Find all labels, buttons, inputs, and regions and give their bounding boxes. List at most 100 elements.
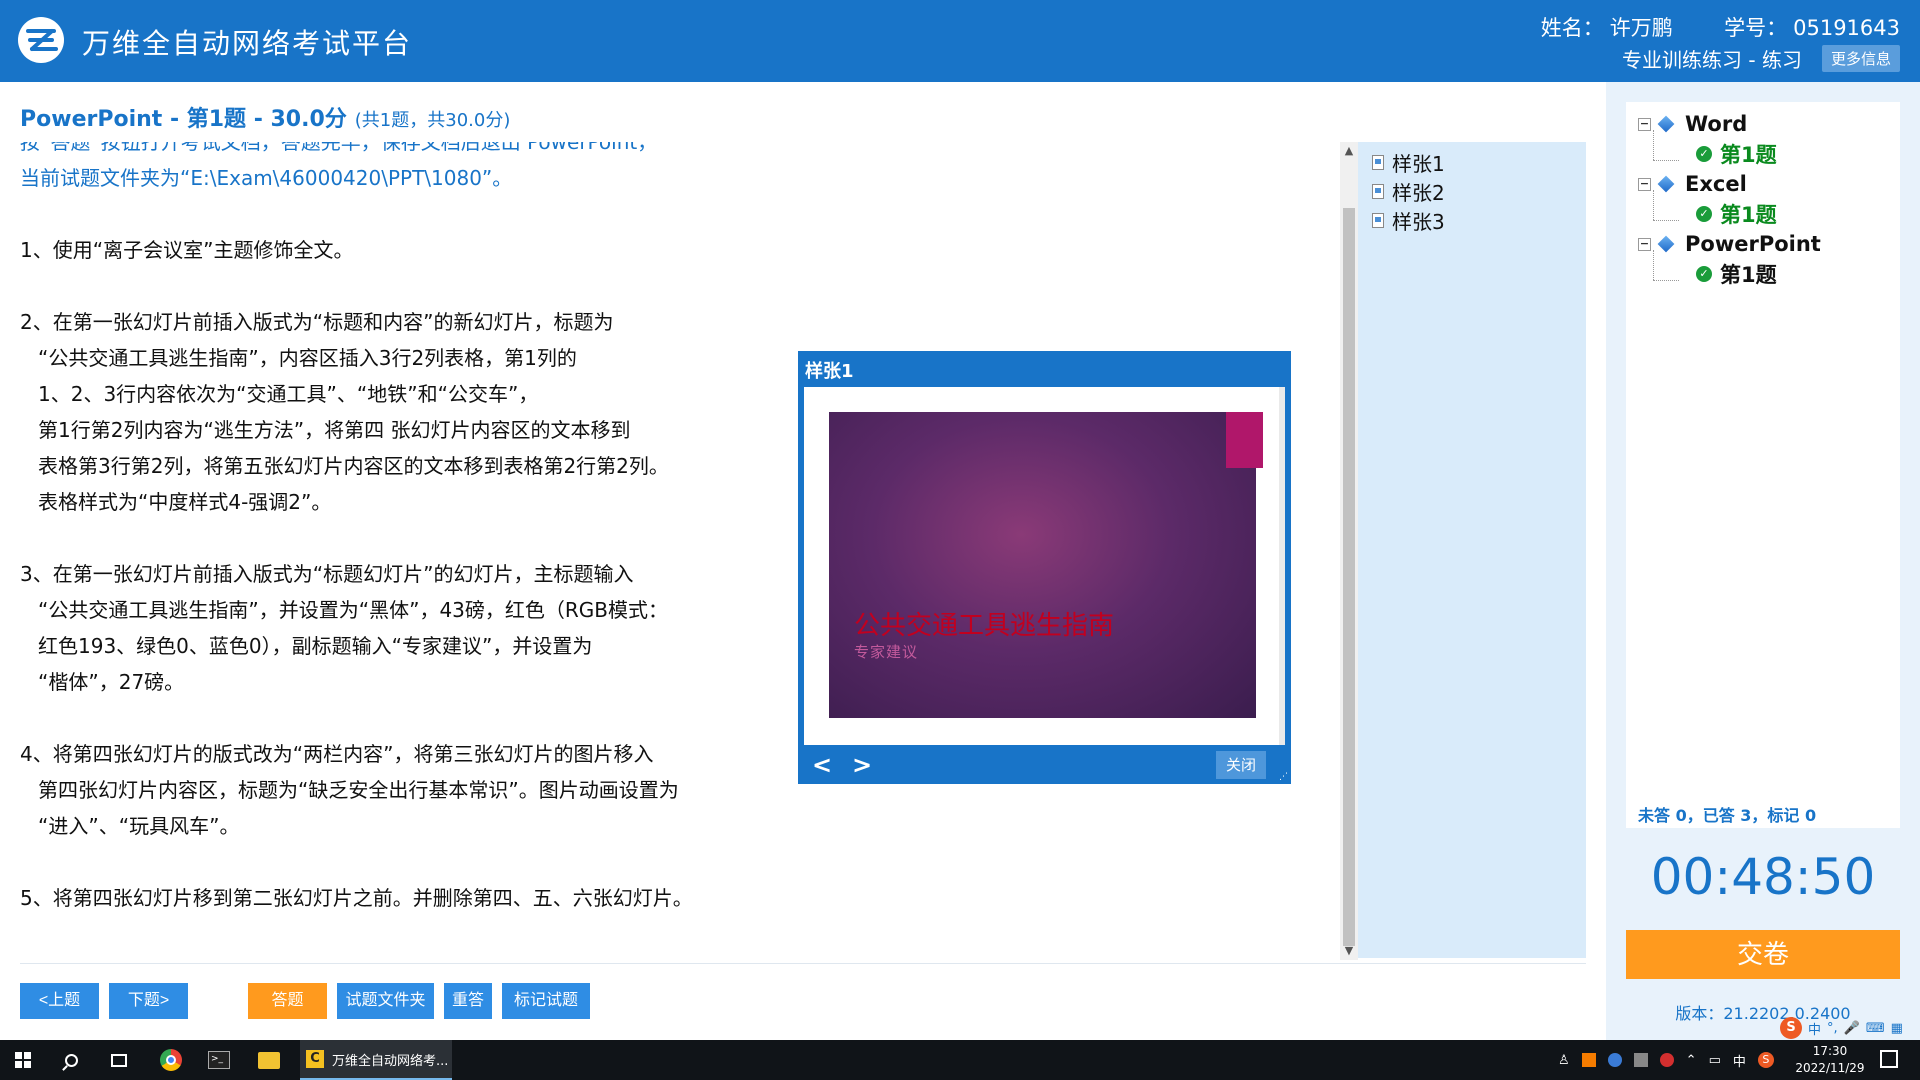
system-tray: ♙ ⌃ ▭ 中 S — [1558, 1040, 1774, 1080]
redo-button[interactable]: 重答 — [444, 983, 492, 1019]
prev-sample-button[interactable]: < — [812, 751, 832, 779]
slide-preview: 公共交通工具逃生指南 专家建议 — [829, 412, 1263, 718]
tree-node-word[interactable]: − Word — [1638, 109, 1747, 139]
terminal-icon[interactable]: >_ — [196, 1040, 242, 1080]
answer-button[interactable]: 答题 — [248, 983, 327, 1019]
sogou-tray-icon[interactable]: S — [1757, 1052, 1774, 1068]
ime-toolbar[interactable]: S 中 °, 🎤 ⌨ ▦ — [1780, 1016, 1903, 1040]
slide-accent-tab — [1226, 412, 1263, 468]
question-summary: (共1题，共30.0分) — [354, 110, 511, 131]
student-id: 05191643 — [1793, 16, 1900, 40]
prev-question-button[interactable]: <上题 — [20, 983, 99, 1019]
question-scrollbar[interactable]: ▲ ▼ — [1340, 142, 1358, 960]
header-bar: 万维全自动网络考试平台 姓名： 许万鹏 学号： 05191643 专业训练练习 - … — [0, 0, 1920, 82]
expand-tray-icon[interactable]: ⌃ — [1686, 1053, 1697, 1068]
tree-node-label: Excel — [1685, 172, 1747, 196]
taskbar-app-label: 万维全自动网络考... — [332, 1053, 449, 1069]
grid-icon[interactable]: ▦ — [1891, 1021, 1903, 1036]
sample-item-1[interactable]: 样张1 — [1358, 148, 1586, 177]
collapse-icon[interactable]: − — [1638, 177, 1651, 191]
divider — [20, 963, 1586, 964]
student-name: 许万鹏 — [1609, 16, 1673, 40]
question-tree: − Word ✓ 第1题 − Excel ✓ 第1题 − PowerPoint … — [1626, 102, 1900, 828]
keyboard-icon[interactable]: ⌨ — [1866, 1021, 1885, 1036]
submit-exam-button[interactable]: 交卷 — [1626, 930, 1900, 979]
scroll-up-icon[interactable]: ▲ — [1340, 142, 1358, 160]
name-label: 姓名： — [1540, 16, 1604, 40]
sample-item-2[interactable]: 样张2 — [1358, 177, 1586, 206]
punctuation-icon[interactable]: °, — [1827, 1021, 1838, 1036]
microphone-icon[interactable]: 🎤 — [1844, 1021, 1860, 1036]
instruction-line: 当前试题文件夹为“E:\Exam\46000420\PPT\1080”。 — [20, 166, 513, 190]
popup-title: 样张1 — [805, 361, 854, 382]
exam-app-icon: C — [306, 1050, 324, 1068]
question-heading: PowerPoint - 第1题 - 30.0分 — [20, 107, 347, 132]
tray-app-icon[interactable] — [1607, 1053, 1622, 1067]
sample-label: 样张3 — [1392, 210, 1445, 234]
more-info-button[interactable]: 更多信息 — [1821, 45, 1900, 72]
image-file-icon — [1372, 155, 1384, 170]
category-cube-icon — [1657, 115, 1675, 133]
ime-mode-label[interactable]: 中 — [1808, 1019, 1821, 1038]
tree-item-word-q1[interactable]: ✓ 第1题 — [1696, 139, 1777, 169]
preview-scrollbar[interactable] — [1279, 387, 1285, 745]
sogou-ime-icon[interactable]: S — [1780, 1017, 1802, 1039]
network-icon[interactable]: ▭ — [1709, 1053, 1721, 1068]
image-file-icon — [1372, 213, 1384, 228]
tree-item-label: 第1题 — [1720, 203, 1777, 227]
mark-question-button[interactable]: 标记试题 — [502, 983, 590, 1019]
file-explorer-icon[interactable] — [246, 1040, 292, 1080]
tree-item-label: 第1题 — [1720, 263, 1777, 287]
tree-node-label: PowerPoint — [1685, 232, 1821, 256]
clock-date: 2022/11/29 — [1795, 1061, 1865, 1075]
open-folder-button[interactable]: 试题文件夹 — [337, 983, 434, 1019]
sample-preview-window[interactable]: 样张1 公共交通工具逃生指南 专家建议 < > 关闭 ⋰ — [798, 351, 1291, 784]
tree-item-excel-q1[interactable]: ✓ 第1题 — [1696, 199, 1777, 229]
sample-list: 样张1 样张2 样张3 — [1358, 142, 1586, 958]
answered-check-icon: ✓ — [1696, 146, 1712, 162]
task-line: 5、将第四张幻灯片移到第二张幻灯片之前。并删除第四、五、六张幻灯片。 — [20, 886, 693, 910]
scroll-thumb[interactable] — [1343, 208, 1355, 946]
close-preview-button[interactable]: 关闭 — [1216, 751, 1266, 779]
system-clock[interactable]: 17:30 2022/11/29 — [1788, 1043, 1872, 1077]
collapse-icon[interactable]: − — [1638, 237, 1651, 251]
practice-mode: 专业训练练习 - 练习 — [1622, 48, 1802, 72]
countdown-timer: 00:48:50 — [1650, 848, 1876, 906]
sample-item-3[interactable]: 样张3 — [1358, 206, 1586, 235]
tree-node-label: Word — [1685, 112, 1748, 136]
instruction-line: 按“答题”按钮打开考试文档，答题完毕，保存文档后退出 PowerPoint， — [20, 142, 658, 154]
notification-icon[interactable] — [1880, 1050, 1898, 1068]
task-line: 2、在第一张幻灯片前插入版式为“标题和内容”的新幻灯片，标题为 — [20, 310, 614, 334]
tree-item-powerpoint-q1[interactable]: ✓ 第1题 — [1696, 259, 1777, 289]
sample-label: 样张1 — [1392, 152, 1445, 176]
start-icon[interactable] — [0, 1040, 46, 1080]
next-sample-button[interactable]: > — [852, 751, 872, 779]
tray-app-icon[interactable] — [1581, 1053, 1596, 1067]
app-title: 万维全自动网络考试平台 — [82, 27, 413, 60]
app-logo-icon — [18, 17, 64, 63]
clock-time: 17:30 — [1812, 1044, 1848, 1058]
question-title: PowerPoint - 第1题 - 30.0分 (共1题，共30.0分) — [20, 101, 510, 133]
tray-app-icon[interactable] — [1659, 1053, 1674, 1067]
scroll-down-icon[interactable]: ▼ — [1340, 942, 1358, 960]
user-info: 姓名： 许万鹏 学号： 05191643 — [1535, 12, 1900, 42]
sample-label: 样张2 — [1392, 181, 1445, 205]
task-view-icon[interactable] — [96, 1040, 142, 1080]
chrome-icon[interactable] — [148, 1040, 194, 1080]
category-cube-icon — [1657, 175, 1675, 193]
resize-grip-icon[interactable]: ⋰ — [1279, 772, 1289, 782]
preview-canvas: 公共交通工具逃生指南 专家建议 — [804, 387, 1285, 745]
taskbar-exam-app[interactable]: C 万维全自动网络考... — [300, 1040, 452, 1080]
people-icon[interactable]: ♙ — [1558, 1053, 1570, 1068]
tree-node-powerpoint[interactable]: − PowerPoint — [1638, 229, 1821, 259]
windows-taskbar: >_ C 万维全自动网络考... ♙ ⌃ ▭ 中 S 17:30 2022/11… — [0, 1040, 1920, 1080]
tree-node-excel[interactable]: − Excel — [1638, 169, 1747, 199]
tree-item-label: 第1题 — [1720, 143, 1777, 167]
tray-app-icon[interactable] — [1633, 1053, 1648, 1067]
ime-tray-label[interactable]: 中 — [1733, 1051, 1746, 1070]
next-question-button[interactable]: 下题> — [109, 983, 188, 1019]
collapse-icon[interactable]: − — [1638, 117, 1651, 131]
slide-title: 公共交通工具逃生指南 — [854, 611, 1115, 641]
slide-subtitle: 专家建议 — [854, 643, 919, 661]
search-icon[interactable] — [48, 1040, 94, 1080]
